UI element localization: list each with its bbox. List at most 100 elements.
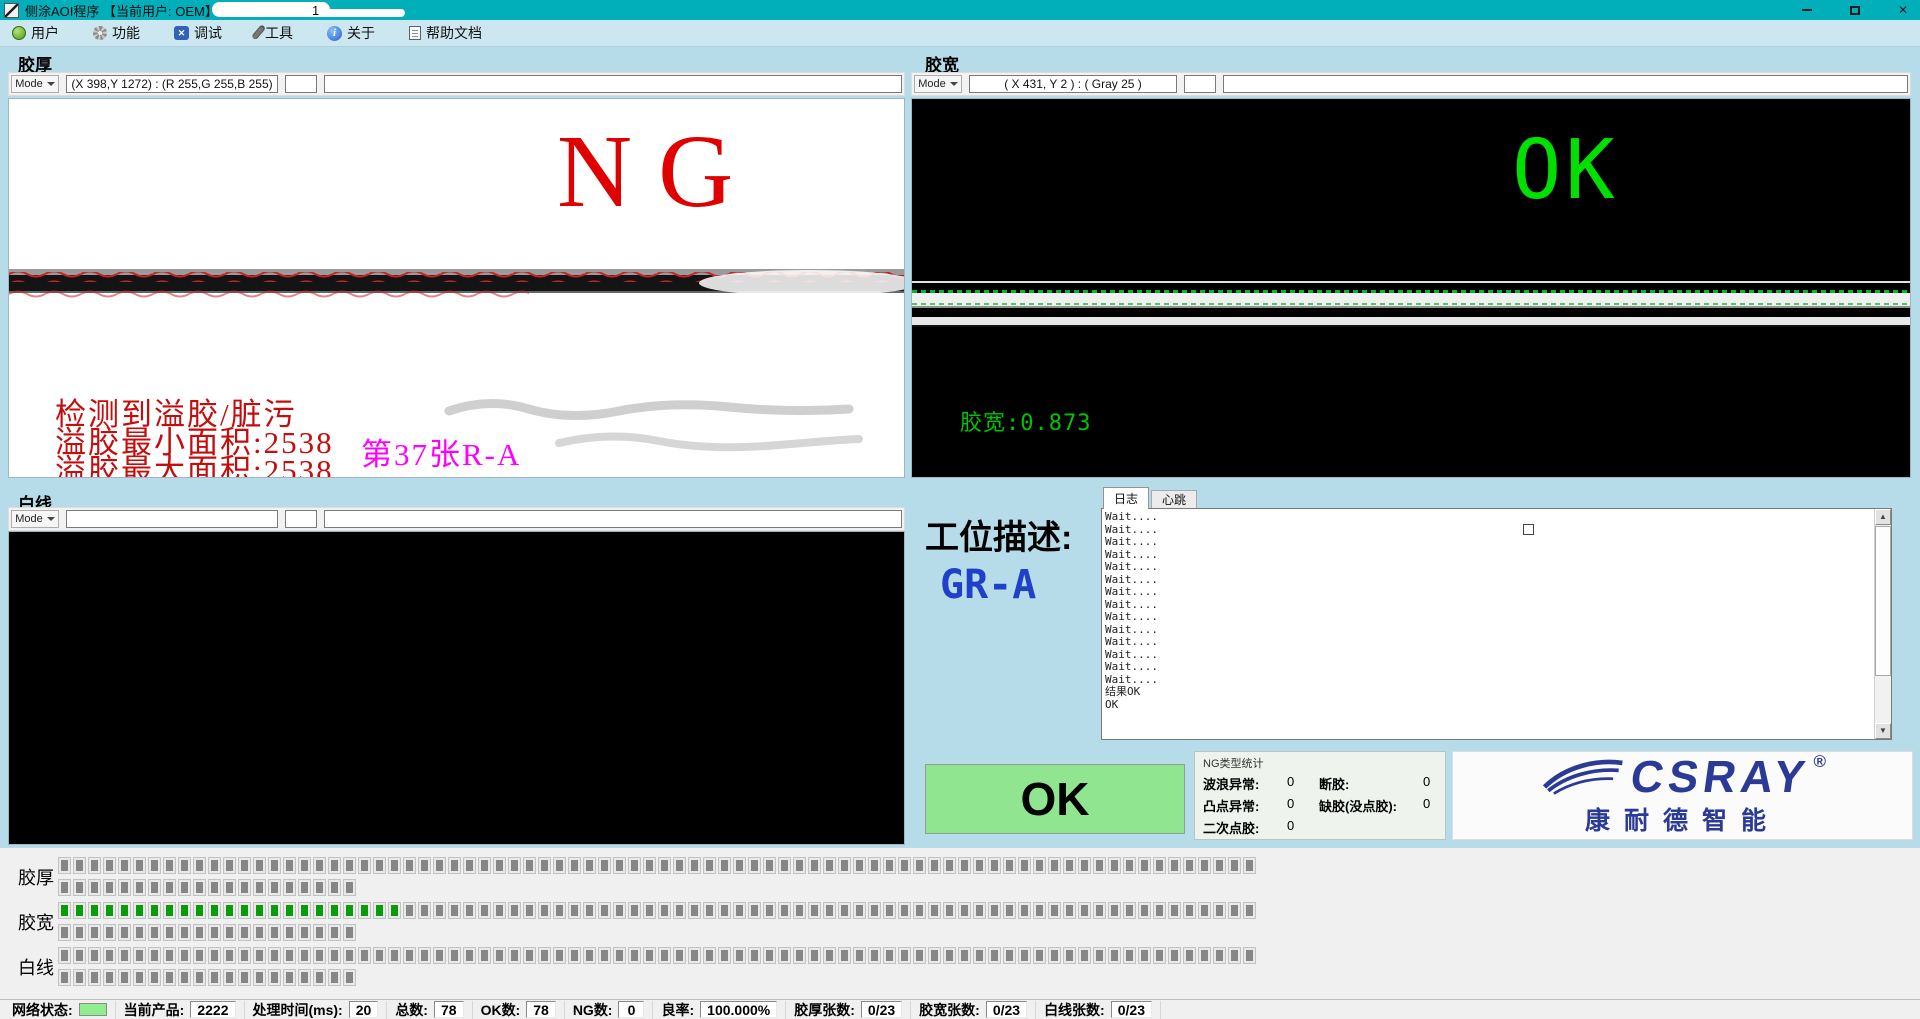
indicator-cell xyxy=(163,857,176,874)
log-panel[interactable]: Wait....Wait....Wait....Wait....Wait....… xyxy=(1101,508,1892,740)
scrollbar-thumb[interactable] xyxy=(1875,526,1891,676)
app-icon xyxy=(4,3,19,18)
indicator-cell xyxy=(1108,902,1121,919)
indicator-cell xyxy=(778,902,791,919)
ng-type-stats-groupbox: NG类型统计 波浪异常:0断胶:0凸点异常:0缺胶(没点胶):0二次点胶:0 xyxy=(1194,751,1446,840)
tab-log[interactable]: 日志 xyxy=(1103,487,1149,509)
ng-stat-value: 0 xyxy=(1423,774,1437,793)
indicator-cell xyxy=(688,857,701,874)
indicator-cell xyxy=(133,857,146,874)
indicator-cell xyxy=(478,902,491,919)
menu-item-用户[interactable]: 用户 xyxy=(8,22,63,45)
indicator-row xyxy=(58,924,1256,941)
menu-item-关于[interactable]: i关于 xyxy=(323,22,379,45)
wide-readout-box xyxy=(324,510,902,528)
indicator-cell xyxy=(913,947,926,964)
menu-item-调试[interactable]: ✕调试 xyxy=(170,22,226,45)
indicator-cell xyxy=(718,947,731,964)
indicator-cell xyxy=(748,902,761,919)
log-entry: Wait.... xyxy=(1105,661,1874,674)
indicator-cell xyxy=(58,947,71,964)
ng-stat-value xyxy=(1423,818,1437,837)
status-value: 0/23 xyxy=(986,1001,1027,1018)
indicator-cell xyxy=(793,947,806,964)
close-button[interactable]: ✕ xyxy=(1894,1,1912,19)
indicator-cell xyxy=(1048,857,1061,874)
indicator-cell xyxy=(1123,857,1136,874)
log-scrollbar[interactable]: ▲ ▼ xyxy=(1874,509,1891,739)
minimize-button[interactable] xyxy=(1798,1,1816,19)
overall-result-button[interactable]: OK xyxy=(925,764,1185,834)
status-label: 处理时间(ms): xyxy=(253,1000,343,1019)
indicator-cell xyxy=(163,902,176,919)
indicator-cell xyxy=(448,902,461,919)
indicator-cell xyxy=(88,924,101,941)
status-label: 良率: xyxy=(661,1000,694,1019)
log-checkbox[interactable] xyxy=(1523,524,1534,535)
indicator-cell xyxy=(1213,902,1226,919)
indicator-cell xyxy=(913,902,926,919)
mode-dropdown[interactable]: Mode xyxy=(11,510,59,528)
menu-item-帮助文档[interactable]: 帮助文档 xyxy=(405,22,486,45)
indicator-cell xyxy=(268,857,281,874)
indicator-cell xyxy=(88,857,101,874)
indicator-cell xyxy=(253,924,266,941)
indicator-cell xyxy=(1108,947,1121,964)
mode-dropdown[interactable]: Mode xyxy=(914,75,962,93)
indicator-cell xyxy=(1003,902,1016,919)
scroll-up-arrow[interactable]: ▲ xyxy=(1875,509,1891,525)
defect-message-line3: 溢胶最大面积:2538 xyxy=(55,445,334,478)
menu-item-功能[interactable]: 功能 xyxy=(89,22,144,45)
mode-dropdown[interactable]: Mode xyxy=(11,75,59,93)
menu-item-工具[interactable]: 工具 xyxy=(252,22,297,45)
indicator-cell xyxy=(178,857,191,874)
indicator-cell xyxy=(1138,947,1151,964)
gear-icon xyxy=(93,26,107,40)
brand-logo: CSRAY ® 康耐德智能 xyxy=(1452,751,1913,840)
scroll-down-arrow[interactable]: ▼ xyxy=(1875,723,1891,739)
status-item: 总数:78 xyxy=(387,1001,472,1019)
indicator-cell xyxy=(403,857,416,874)
indicator-cell xyxy=(1228,857,1241,874)
indicator-cell xyxy=(343,902,356,919)
tab-heartbeat[interactable]: 心跳 xyxy=(1151,490,1197,509)
indicator-cell xyxy=(178,947,191,964)
indicator-cell xyxy=(508,857,521,874)
log-entry: Wait.... xyxy=(1105,561,1874,574)
indicator-cell xyxy=(1153,947,1166,964)
indicator-cell xyxy=(973,857,986,874)
indicator-cell xyxy=(208,879,221,896)
indicator-cell xyxy=(883,902,896,919)
indicator-cell xyxy=(568,902,581,919)
indicator-cell xyxy=(148,969,161,986)
indicator-cell xyxy=(163,969,176,986)
indicator-cell xyxy=(328,947,341,964)
ng-stat-value: 0 xyxy=(1287,818,1319,837)
indicator-cell xyxy=(58,902,71,919)
indicator-cell xyxy=(958,902,971,919)
indicator-cell xyxy=(808,857,821,874)
indicator-cell xyxy=(283,969,296,986)
log-list: Wait....Wait....Wait....Wait....Wait....… xyxy=(1102,509,1874,739)
indicator-row xyxy=(58,947,1256,964)
indicator-cell xyxy=(1048,947,1061,964)
indicator-cell xyxy=(823,947,836,964)
indicator-cell xyxy=(538,947,551,964)
indicator-cell xyxy=(763,902,776,919)
indicator-cell xyxy=(658,947,671,964)
indicator-cell xyxy=(703,902,716,919)
indicator-cell xyxy=(1198,902,1211,919)
indicator-cell xyxy=(88,969,101,986)
indicator-row xyxy=(58,969,1256,986)
indicator-cell xyxy=(238,879,251,896)
glue-thickness-image: NG 检测到溢胶/脏污 溢胶最小面积:2538 溢胶最大面积:2538 第37张… xyxy=(8,98,905,478)
maximize-button[interactable] xyxy=(1846,1,1864,19)
pixel-coords-readout: (X 398,Y 1272) : (R 255,G 255,B 255) xyxy=(66,75,278,93)
indicator-cell xyxy=(628,902,641,919)
indicator-cell xyxy=(1063,902,1076,919)
indicator-cell xyxy=(868,857,881,874)
menu-item-label: 调试 xyxy=(194,23,222,43)
indicator-cell xyxy=(358,857,371,874)
small-readout-box xyxy=(285,75,317,93)
indicator-cell xyxy=(673,902,686,919)
